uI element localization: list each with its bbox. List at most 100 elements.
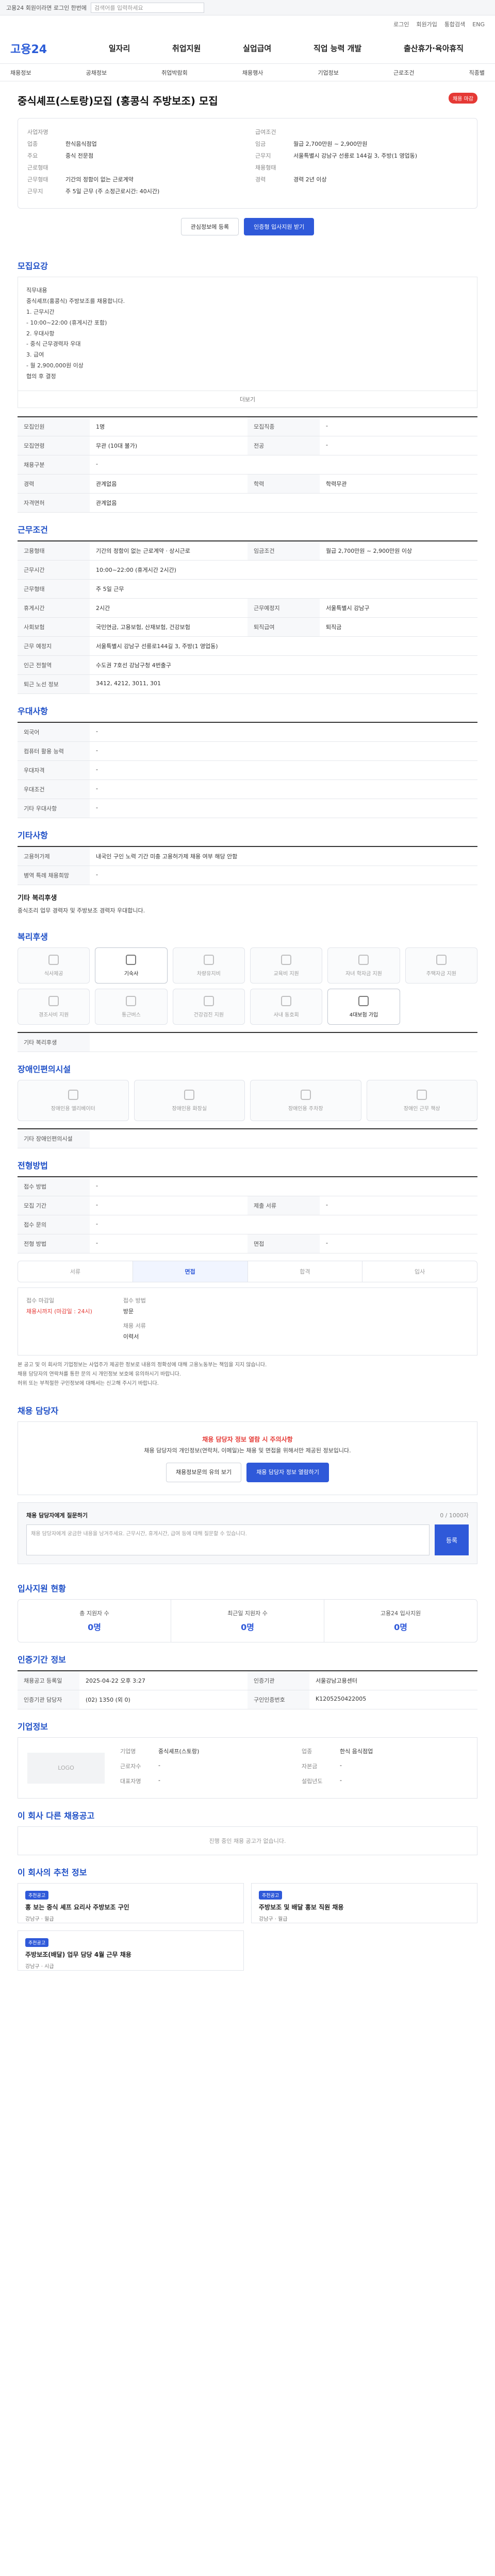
lnb-item-3[interactable]: 취업박람회 [161, 69, 188, 77]
lnb-item-4[interactable]: 채용행사 [242, 69, 263, 77]
row-value: (02) 1350 (외 0) [86, 1697, 130, 1704]
row-label-2: 임금조건 [248, 541, 320, 561]
table-row: 외국어 - [18, 723, 477, 742]
row-value: 1명 [96, 423, 105, 431]
row-label: 휴게시간 [18, 599, 90, 618]
gnb-item-support[interactable]: 취업지원 [172, 43, 201, 54]
company-field-label: 사업자명 [27, 129, 48, 135]
lnb-item-1[interactable]: 채용정보 [10, 69, 31, 77]
top-notice: 고용24 회원이라면 로그인 한번에 [6, 4, 87, 11]
qa-alert: 채용 담당자 정보 열람 시 주의사항 채용 담당자의 개인정보(연락처, 이메… [18, 1421, 477, 1496]
company-field: 근무형태 기간의 정함이 없는 근로계약 [27, 175, 240, 183]
table-row: 병역 특례 채용희망 - [18, 866, 477, 886]
benefit-item: 식사제공 [18, 947, 90, 984]
apply-info: 접수 마감일 채용시까지 (마감일 : 24시) 접수 방법 방문 채용 서류 … [18, 1287, 477, 1356]
notice-item: 채용 담당자의 연락처를 통한 문의 시 개인정보 보호에 유의하시기 바랍니다… [18, 1371, 181, 1378]
row-label: 고용허가제 [18, 847, 90, 866]
row-value: 10:00~22:00 (휴게시간 2시간) [96, 567, 176, 574]
company-field-label: 근무지 [27, 188, 43, 195]
row-value: - [96, 1201, 98, 1209]
row-value: - [96, 461, 98, 468]
row-value: - [96, 1240, 98, 1247]
process-step: 서류 [18, 1261, 133, 1282]
benefit-other-value [90, 1033, 477, 1052]
row-value: 주 5일 근무 [96, 586, 124, 593]
card-title: 주방보조(배달) 업무 담당 4월 근무 채용 [25, 1951, 131, 1959]
section-process-title: 전형방법 [18, 1161, 48, 1171]
row-label: 채용공고 등록일 [18, 1671, 79, 1690]
benefit-item: 건강검진 지원 [172, 989, 245, 1025]
benefit-label: 4대보험 가입 [349, 1012, 378, 1018]
lnb-item-2[interactable]: 공채정보 [86, 69, 107, 77]
qa-guide-button[interactable]: 채용정보문의 유의 보기 [166, 1463, 242, 1483]
table-row: 우대자격 - [18, 761, 477, 781]
qa-textarea[interactable]: 채용 담당자에게 궁금한 내용을 남겨주세요. 근무시간, 휴게시간, 급여 등… [26, 1524, 430, 1556]
row-label: 퇴근 노선 정보 [18, 675, 90, 694]
benefit-icon [436, 954, 447, 965]
scrap-button[interactable]: 관심정보에 등록 [180, 218, 239, 235]
util-join[interactable]: 회원가입 [416, 20, 437, 28]
benefit-label: 식사제공 [44, 971, 63, 977]
disability-icon [417, 1089, 427, 1100]
table-row: 모집연령 무관 (10대 불가) 전공 - [18, 436, 477, 456]
disability-item: 장애인 근무 책상 [366, 1080, 477, 1122]
table-row: 자격면허 관계없음 [18, 494, 477, 513]
gnb-item-leave[interactable]: 출산휴가·육아휴직 [404, 43, 464, 54]
disability-label: 장애인용 주차장 [288, 1106, 323, 1112]
row-label: 컴퓨터 활용 능력 [18, 742, 90, 761]
row-value-2: 서울특별시 강남구 [326, 605, 370, 612]
corp-field: 자본금 - [302, 1762, 468, 1770]
disability-icon [68, 1089, 78, 1100]
lnb-item-6[interactable]: 근로조건 [393, 69, 414, 77]
stat-label: 고용24 입사지원 [380, 1610, 421, 1617]
benefit-item: 교육비 지원 [250, 947, 323, 984]
company-field: 사업자명 [27, 128, 240, 136]
section-disability-title: 장애인편의시설 [18, 1064, 71, 1075]
row-value: 서울특별시 강남구 선릉로144길 3, 주방(1 영업동) [96, 643, 218, 650]
local-nav: 채용정보 공채정보 취업박람회 채용행사 기업정보 근로조건 직종별 [0, 64, 495, 81]
util-search[interactable]: 통합검색 [444, 20, 465, 28]
lnb-item-7[interactable]: 직종별 [469, 69, 485, 77]
site-logo[interactable]: 고용24 [10, 40, 88, 57]
top-search-input[interactable]: 검색어를 입력하세요 [91, 2, 205, 13]
util-login[interactable]: 로그인 [393, 20, 409, 28]
company-field-label: 주요 [27, 152, 38, 159]
section-work-title: 근무조건 [18, 525, 48, 535]
apply-button[interactable]: 인증형 입사지원 받기 [244, 218, 315, 235]
row-label: 자격면허 [18, 494, 90, 513]
more-button[interactable]: 더보기 [18, 391, 477, 409]
gnb-item-jobs[interactable]: 일자리 [109, 43, 130, 54]
company-field: 경력 경력 2년 이상 [255, 175, 468, 183]
process-step: 면접 [133, 1261, 248, 1282]
row-value-2: - [326, 1240, 328, 1247]
recommend-card[interactable]: 추천공고 홍 보는 중식 셰프 요리사 주방보조 구인 강남구 · 월급 [18, 1883, 244, 1924]
qa-view-button[interactable]: 채용 담당자 정보 열람하기 [246, 1463, 329, 1483]
row-value: 국민연금, 고용보험, 산재보험, 건강보험 [96, 624, 190, 631]
company-field-label: 임금 [255, 141, 266, 147]
util-lang[interactable]: ENG [472, 21, 485, 28]
table-row: 기타 우대사항 - [18, 799, 477, 819]
row-label-2: 구인인증번호 [248, 1690, 309, 1709]
disability-item: 장애인용 주차장 [250, 1080, 361, 1122]
section-applicants-title: 입사지원 현황 [18, 1584, 66, 1594]
corp-field-value: - [158, 1777, 160, 1784]
gnb-item-benefit[interactable]: 실업급여 [243, 43, 271, 54]
corp-logo: LOGO [27, 1752, 105, 1784]
row-label-2: 근무예정지 [248, 599, 320, 618]
benefit-item: 경조사비 지원 [18, 989, 90, 1025]
process-step: 합격 [248, 1261, 363, 1282]
section-welfare-title: 우대사항 [18, 706, 48, 717]
row-label: 경력 [18, 474, 90, 494]
row-value: - [96, 728, 98, 735]
table-row: 인증기관 담당자 (02) 1350 (외 0) 구인인증번호 K1205250… [18, 1690, 477, 1710]
gnb-item-training[interactable]: 직업 능력 개발 [314, 43, 361, 54]
table-row: 경력 관계없음 학력 학력무관 [18, 474, 477, 494]
benefit-label: 주택자금 지원 [426, 971, 457, 977]
lnb-item-5[interactable]: 기업정보 [318, 69, 338, 77]
recommend-card[interactable]: 추천공고 주방보조(배달) 업무 담당 4월 근무 채용 강남구 · 시급 [18, 1930, 244, 1971]
row-value: 내국인 구인 노력 기간 미충 고용허가제 채용 여부 해당 안함 [96, 853, 238, 860]
recommend-card[interactable]: 추천공고 주방보조 및 배달 홍보 직원 채용 강남구 · 월급 [251, 1883, 477, 1924]
benefit-icon [203, 995, 214, 1006]
qa-submit-button[interactable]: 등록 [435, 1524, 469, 1556]
apply-deadline-value: 채용시까지 (마감일 : 24시) [26, 1308, 92, 1315]
